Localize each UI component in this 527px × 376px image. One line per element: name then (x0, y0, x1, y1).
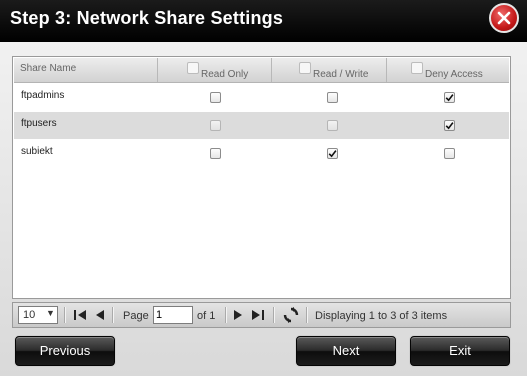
dialog-body: Share Name Read Only Read / Write Deny A… (0, 42, 527, 376)
separator (64, 307, 66, 323)
deny-access-checkbox[interactable] (444, 148, 455, 159)
read-only-checkbox[interactable] (210, 120, 221, 131)
pagination-bar: 10 ▼ Page of 1 Displaying 1 to 3 of 3 it… (12, 302, 511, 328)
separator (306, 307, 308, 323)
share-name-cell: ftpadmins (21, 90, 65, 101)
share-name-cell: ftpusers (21, 118, 57, 129)
page-size-value: 10 (23, 309, 36, 321)
column-header-deny-access[interactable]: Deny Access (387, 58, 509, 82)
table-header: Share Name Read Only Read / Write Deny A… (14, 58, 509, 83)
page-number-input[interactable] (153, 306, 193, 324)
first-page-icon[interactable] (73, 309, 87, 321)
column-header-share-name[interactable]: Share Name (14, 58, 158, 82)
read-only-checkbox[interactable] (210, 148, 221, 159)
separator (273, 307, 275, 323)
select-all-deny-access-checkbox[interactable] (411, 62, 423, 74)
separator (112, 307, 114, 323)
read-only-checkbox[interactable] (210, 92, 221, 103)
next-page-icon[interactable] (233, 309, 243, 321)
close-icon (497, 11, 511, 25)
close-button[interactable] (489, 3, 519, 33)
dropdown-arrow-icon: ▼ (46, 308, 55, 318)
previous-button[interactable]: Previous (15, 336, 115, 366)
page-size-select[interactable]: 10 ▼ (18, 306, 58, 324)
read-write-checkbox[interactable] (327, 148, 338, 159)
column-label: Share Name (20, 63, 77, 74)
column-label: Deny Access (425, 69, 483, 80)
table-row[interactable]: ftpadmins (14, 84, 509, 111)
pagination-status: Displaying 1 to 3 of 3 items (315, 310, 448, 322)
read-write-checkbox[interactable] (327, 92, 338, 103)
dialog-title: Step 3: Network Share Settings (10, 8, 284, 28)
page-count-label: of 1 (197, 310, 216, 322)
share-permissions-table: Share Name Read Only Read / Write Deny A… (12, 56, 511, 299)
last-page-icon[interactable] (251, 309, 265, 321)
previous-page-icon[interactable] (95, 309, 105, 321)
separator (225, 307, 227, 323)
select-all-read-write-checkbox[interactable] (299, 62, 311, 74)
column-label: Read / Write (313, 69, 369, 80)
table-row[interactable]: ftpusers (14, 112, 509, 139)
title-bar: Step 3: Network Share Settings (0, 0, 527, 42)
read-write-checkbox[interactable] (327, 120, 338, 131)
column-header-read-write[interactable]: Read / Write (272, 58, 387, 82)
share-name-cell: subiekt (21, 146, 53, 157)
deny-access-checkbox[interactable] (444, 120, 455, 131)
refresh-icon[interactable] (283, 307, 299, 323)
table-row[interactable]: subiekt (14, 140, 509, 167)
deny-access-checkbox[interactable] (444, 92, 455, 103)
next-button[interactable]: Next (296, 336, 396, 366)
exit-button[interactable]: Exit (410, 336, 510, 366)
column-header-read-only[interactable]: Read Only (158, 58, 272, 82)
select-all-read-only-checkbox[interactable] (187, 62, 199, 74)
page-label: Page (123, 310, 149, 322)
column-label: Read Only (201, 69, 249, 80)
